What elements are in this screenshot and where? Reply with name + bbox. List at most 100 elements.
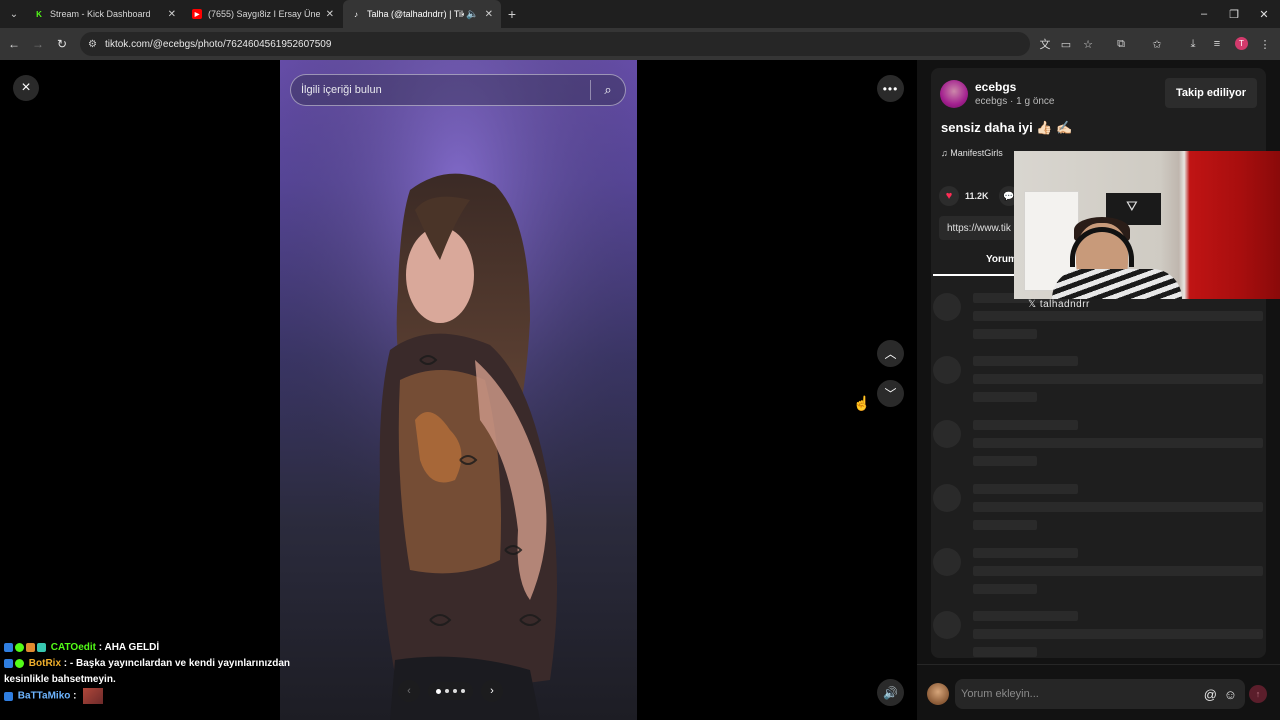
active-tab-indicator (933, 274, 1021, 276)
pager-dot[interactable] (436, 688, 441, 694)
skeleton-line (973, 584, 1037, 594)
download-icon[interactable]: ⤓ (1185, 36, 1201, 52)
skeleton-line (973, 566, 1263, 576)
search-icon[interactable]: ⌕ (591, 82, 625, 98)
heart-icon[interactable]: ♥ (939, 186, 959, 206)
more-options-button[interactable]: ••• (877, 75, 904, 102)
comment-input-placeholder: Yorum ekleyin... (961, 688, 1039, 700)
forward-button[interactable]: → (28, 34, 48, 54)
next-post-button[interactable]: ﹀ (877, 380, 904, 407)
window-close-button[interactable]: ✕ (1249, 0, 1279, 28)
search-input[interactable]: İlgili içeriği bulun (301, 84, 590, 96)
volume-icon[interactable]: 🔊 (877, 679, 904, 706)
mention-icon[interactable]: @ (1204, 687, 1217, 702)
skeleton-avatar (933, 356, 961, 384)
skeleton-avatar (933, 420, 961, 448)
skeleton-line (973, 502, 1263, 512)
back-button[interactable]: ← (4, 34, 24, 54)
emoji-icon[interactable]: ☺ (1224, 687, 1237, 702)
photo-pager: ‹ › (398, 680, 503, 702)
kick-favicon-icon: K (36, 9, 42, 19)
webcam-label: 𝕏 talhadndrr (1028, 299, 1090, 310)
cast-icon[interactable]: ▭ (1058, 36, 1074, 52)
skeleton-line (973, 629, 1263, 639)
tab-kick-dashboard[interactable]: K Stream - Kick Dashboard ✕ (26, 0, 184, 28)
skeleton-line (973, 520, 1037, 530)
skeleton-line (973, 548, 1078, 558)
site-info-icon[interactable]: ⚙ (88, 39, 97, 50)
menu-kebab-icon[interactable]: ⋮ (1257, 36, 1273, 52)
url-text: tiktok.com/@ecebgs/photo/762460456195260… (104, 38, 332, 50)
pager-dot[interactable] (453, 689, 457, 693)
close-viewer-button[interactable]: × (13, 75, 39, 101)
comment-input[interactable]: Yorum ekleyin... @ ☺ (955, 679, 1245, 709)
skeleton-line (973, 647, 1037, 657)
media-control-icon[interactable]: ≡ (1209, 36, 1225, 52)
photo-dots (428, 682, 473, 700)
current-user-avatar[interactable] (927, 683, 949, 705)
translate-icon[interactable]: 文 (1037, 36, 1053, 52)
pager-dot[interactable] (461, 689, 465, 693)
skeleton-line (973, 392, 1037, 402)
author-username[interactable]: ecebgs (975, 80, 1016, 94)
tab-tiktok[interactable]: ♪ Talha (@talhadndrr) | TikTok 🔈 ✕ (343, 0, 501, 28)
extensions-icon[interactable]: ⧉ (1113, 36, 1129, 52)
chat-username: CATOedit (50, 642, 96, 653)
author-meta: ecebgs · 1 g önce (975, 96, 1055, 107)
new-tab-button[interactable]: + (505, 4, 519, 24)
comment-composer: Yorum ekleyin... @ ☺ ↑ (917, 664, 1280, 720)
restore-button[interactable]: ❐ (1219, 0, 1249, 28)
like-count[interactable]: ♥ 11.2K (939, 186, 989, 206)
reload-button[interactable]: ↻ (52, 34, 72, 54)
pager-dot[interactable] (445, 689, 449, 693)
skeleton-line (973, 611, 1078, 621)
skeleton-line (973, 438, 1263, 448)
bookmark-star-icon[interactable]: ☆ (1080, 36, 1096, 52)
mouse-cursor-icon: ☝ (853, 395, 871, 411)
chat-message: BaTTaMiko : (4, 688, 314, 705)
badge-icon (26, 642, 35, 652)
tab-youtube[interactable]: ▶ (7655) Saygı8iz I Ersay Üner, Gü ✕ (184, 0, 342, 28)
related-content-search[interactable]: İlgili içeriği bulun ⌕ (290, 74, 626, 106)
chat-username: BotRix (28, 658, 62, 669)
stream-chat-overlay: CATOedit : AHA GELDİ BotRix : - Başka ya… (4, 640, 314, 705)
prev-photo-button[interactable]: ‹ (398, 680, 420, 702)
verified-badge-icon (15, 642, 24, 652)
music-title: ManifestGirls (950, 148, 1003, 158)
skeleton-avatar (933, 484, 961, 512)
streamer-webcam: ⛛ (1014, 151, 1280, 299)
tiktok-favicon-icon: ♪ (354, 9, 358, 19)
skeleton-line (973, 356, 1078, 366)
tab-close-icon[interactable]: ✕ (485, 9, 493, 20)
music-info[interactable]: ♫ ManifestGirls (941, 148, 1003, 158)
skeleton-line (973, 311, 1263, 321)
author-avatar[interactable] (940, 80, 968, 108)
chat-emote-icon (83, 688, 104, 704)
profile-avatar[interactable]: T (1235, 37, 1248, 50)
send-comment-button[interactable]: ↑ (1249, 685, 1267, 703)
post-photo (280, 60, 637, 720)
tab-title: Stream - Kick Dashboard (50, 9, 151, 19)
tab-title: Talha (@talhadndrr) | TikTok (367, 9, 465, 19)
post-caption: sensiz daha iyi 👍🏻 ✍🏻 (941, 120, 1073, 135)
next-photo-button[interactable]: › (481, 680, 503, 702)
address-bar[interactable]: ⚙ tiktok.com/@ecebgs/photo/7624604561952… (80, 32, 1030, 56)
verified-badge-icon (15, 658, 24, 668)
skeleton-line (973, 420, 1078, 430)
photo-viewer: × İlgili içeriği bulun ⌕ ••• ︿ ﹀ 🔊 ‹ › ☝ (0, 60, 917, 720)
tab-search-icon[interactable]: ⌄ (4, 4, 24, 24)
badge-icon (4, 642, 13, 652)
skeleton-avatar (933, 611, 961, 639)
previous-post-button[interactable]: ︿ (877, 340, 904, 367)
music-note-icon: ♫ (941, 148, 948, 158)
tab-comments[interactable]: Yorum (986, 254, 1017, 265)
following-button[interactable]: Takip ediliyor (1165, 78, 1257, 108)
skeleton-avatar (933, 548, 961, 576)
minimize-button[interactable]: – (1189, 0, 1219, 28)
bookmarks-icon[interactable]: ✩ (1149, 36, 1165, 52)
flag-emblem-icon: ⛛ (1126, 198, 1138, 214)
tab-close-icon[interactable]: ✕ (326, 9, 334, 20)
tab-close-icon[interactable]: ✕ (168, 9, 176, 20)
streamer-shirt (1052, 269, 1182, 299)
tab-audio-icon[interactable]: 🔈 (466, 9, 478, 20)
